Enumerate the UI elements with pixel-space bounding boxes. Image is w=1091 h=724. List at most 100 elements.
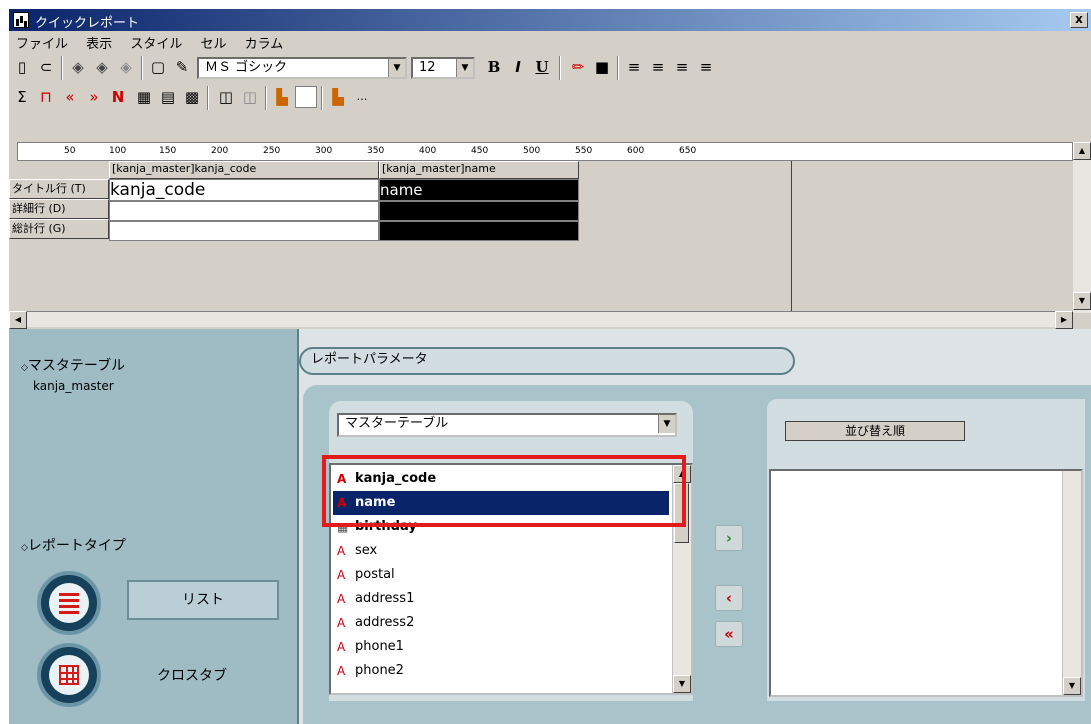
italic-button[interactable]: I bbox=[507, 56, 529, 78]
pattern-view-icon[interactable]: ▩ bbox=[181, 86, 203, 108]
menu-bar: ファイル 表示 スタイル セル カラム bbox=[9, 31, 1091, 53]
app-icon bbox=[13, 12, 29, 28]
chevron-down-icon[interactable]: ▼ bbox=[658, 415, 675, 433]
fill-swatch[interactable] bbox=[295, 86, 317, 108]
title-cell-name[interactable]: name bbox=[379, 179, 579, 201]
list-item[interactable]: Aaddress1 bbox=[333, 587, 669, 611]
window-title: クイックレポート bbox=[35, 16, 140, 31]
align-center-icon[interactable]: ≡ bbox=[647, 56, 669, 78]
new-document-icon[interactable]: ▯ bbox=[11, 56, 33, 78]
menu-column[interactable]: カラム bbox=[238, 31, 291, 52]
column-header[interactable]: [kanja_master]name bbox=[379, 161, 579, 179]
column-header[interactable]: [kanja_master]kanja_code bbox=[109, 161, 379, 179]
sum-icon[interactable]: Σ bbox=[11, 86, 33, 108]
ruler-tick-label: 350 bbox=[367, 146, 385, 156]
move-right-icon[interactable]: » bbox=[83, 86, 105, 108]
list-item-label: address1 bbox=[355, 591, 415, 606]
list-type-label[interactable]: リスト bbox=[127, 580, 279, 620]
move-left-icon[interactable]: « bbox=[59, 86, 81, 108]
menu-cell[interactable]: セル bbox=[193, 31, 233, 52]
crosstab-type-button[interactable] bbox=[37, 643, 101, 707]
more-options-icon[interactable]: … bbox=[351, 86, 373, 108]
font-size-value: 12 bbox=[419, 60, 436, 75]
toolbar-divider bbox=[265, 86, 267, 110]
toolbar-divider bbox=[559, 56, 561, 80]
fill-color-icon[interactable]: ■ bbox=[591, 56, 613, 78]
chevron-down-icon[interactable]: ▼ bbox=[456, 59, 473, 77]
total-cell[interactable] bbox=[379, 221, 579, 241]
remove-all-fields-button[interactable]: « bbox=[715, 621, 743, 647]
title-cell-kanja-code[interactable]: kanja_code bbox=[109, 179, 379, 201]
text-field-icon: A bbox=[337, 592, 346, 606]
list-type-button[interactable] bbox=[37, 571, 101, 635]
database-query-icon[interactable]: ◈ bbox=[91, 56, 113, 78]
row-label-total[interactable]: 総計行 (G) bbox=[9, 219, 109, 239]
paint-bucket-icon[interactable]: ▙ bbox=[327, 86, 349, 108]
font-name-select[interactable]: ＭＳ ゴシック ▼ bbox=[197, 57, 407, 79]
scroll-down-icon[interactable]: ▼ bbox=[673, 675, 691, 693]
scroll-up-icon[interactable]: ▲ bbox=[1073, 142, 1091, 160]
row-label-detail[interactable]: 詳細行 (D) bbox=[9, 199, 109, 219]
align-left-icon[interactable]: ≡ bbox=[623, 56, 645, 78]
scroll-left-icon[interactable]: ◀ bbox=[9, 311, 27, 329]
open-folder-icon[interactable]: ⊂ bbox=[35, 56, 57, 78]
ruler-tick-label: 200 bbox=[211, 146, 229, 156]
crosstab-grid-icon bbox=[49, 655, 89, 695]
chevron-down-icon[interactable]: ▼ bbox=[388, 59, 405, 77]
scroll-down-icon[interactable]: ▼ bbox=[1073, 292, 1091, 310]
font-size-select[interactable]: 12 ▼ bbox=[411, 57, 475, 79]
database-icon[interactable]: ◈ bbox=[67, 56, 89, 78]
column-insert-icon[interactable]: ◫ bbox=[215, 86, 237, 108]
table-insert-icon[interactable]: ⊓ bbox=[35, 86, 57, 108]
grid-horizontal-scrollbar[interactable]: ◀ ▶ bbox=[9, 311, 1073, 329]
bold-button[interactable]: B bbox=[483, 56, 505, 78]
remove-field-button[interactable]: ‹ bbox=[715, 585, 743, 611]
list-item[interactable]: Aphone2 bbox=[333, 659, 669, 683]
total-cell[interactable] bbox=[109, 221, 379, 241]
ruler-tick-label: 600 bbox=[627, 146, 645, 156]
scroll-down-icon[interactable]: ▼ bbox=[1063, 677, 1081, 695]
list-item[interactable]: Aaddress2 bbox=[333, 611, 669, 635]
report-params-tab[interactable]: レポートパラメータ bbox=[299, 347, 795, 375]
numbering-icon[interactable]: N bbox=[107, 86, 129, 108]
menu-style[interactable]: スタイル bbox=[123, 31, 189, 52]
add-field-button[interactable]: › bbox=[715, 525, 743, 551]
table-select-value: マスターテーブル bbox=[345, 416, 449, 431]
list-item[interactable]: Apostal bbox=[333, 563, 669, 587]
detail-cell[interactable] bbox=[379, 201, 579, 221]
crosstab-type-label[interactable]: クロスタブ bbox=[157, 665, 227, 685]
pen-color-icon[interactable]: ✏ bbox=[567, 56, 589, 78]
toolbar-bottom: Σ ⊓ « » N ▦ ▤ ▩ ◫ ◫ ▙ ▙ … bbox=[9, 83, 1091, 113]
detail-cell[interactable] bbox=[109, 201, 379, 221]
bullet-icon: ◇ bbox=[21, 363, 28, 373]
table-view-icon[interactable]: ▤ bbox=[157, 86, 179, 108]
print-preview-icon[interactable]: ▢ bbox=[147, 56, 169, 78]
scroll-right-icon[interactable]: ▶ bbox=[1055, 311, 1073, 329]
align-right-icon[interactable]: ≡ bbox=[671, 56, 693, 78]
ruler-tick-label: 550 bbox=[575, 146, 593, 156]
table-select[interactable]: マスターテーブル ▼ bbox=[337, 413, 677, 437]
align-justify-icon[interactable]: ≡ bbox=[695, 56, 717, 78]
underline-button[interactable]: U bbox=[531, 56, 553, 78]
report-type-label-text: レポートタイプ bbox=[27, 538, 126, 554]
menu-file[interactable]: ファイル bbox=[9, 31, 75, 52]
menu-view[interactable]: 表示 bbox=[79, 31, 119, 52]
edit-icon[interactable]: ✎ bbox=[171, 56, 193, 78]
paint-bucket-icon[interactable]: ▙ bbox=[271, 86, 293, 108]
row-label-title[interactable]: タイトル行 (T) bbox=[9, 179, 109, 199]
list-item[interactable]: Asex bbox=[333, 539, 669, 563]
list-item-label: postal bbox=[355, 567, 395, 582]
list-item[interactable]: Aphone1 bbox=[333, 635, 669, 659]
font-name-value: ＭＳ ゴシック bbox=[205, 60, 288, 75]
column-delete-icon[interactable]: ◫ bbox=[239, 86, 261, 108]
sort-order-list[interactable]: ▼ bbox=[769, 469, 1083, 697]
grid-vertical-scrollbar[interactable]: ▲ ▼ bbox=[1073, 142, 1091, 313]
sort-list-scrollbar[interactable]: ▼ bbox=[1062, 471, 1081, 695]
master-table-label: ◇マスタテーブル bbox=[21, 355, 125, 375]
ruler-tick-label: 400 bbox=[419, 146, 437, 156]
grid-view-icon[interactable]: ▦ bbox=[133, 86, 155, 108]
ruler-tick-label: 500 bbox=[523, 146, 541, 156]
close-button[interactable]: x bbox=[1070, 12, 1088, 28]
database-disabled-icon[interactable]: ◈ bbox=[115, 56, 137, 78]
toolbar-divider bbox=[617, 56, 619, 80]
